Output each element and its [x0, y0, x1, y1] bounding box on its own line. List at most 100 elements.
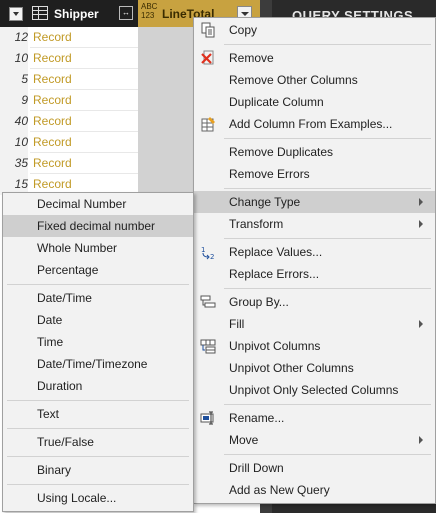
menu-item-unpivot-columns[interactable]: Unpivot Columns	[194, 335, 435, 357]
menu-item-replace-values[interactable]: 1 2 Replace Values...	[194, 241, 435, 263]
record-link[interactable]: Record	[33, 90, 72, 111]
group-by-icon	[200, 295, 216, 308]
menu-separator	[7, 284, 189, 285]
chevron-right-icon	[419, 220, 423, 228]
menu-item-move[interactable]: Move	[194, 429, 435, 451]
unpivot-icon	[200, 339, 216, 354]
menu-item-label: True/False	[37, 435, 94, 449]
menu-separator	[224, 288, 431, 289]
row-value: 10	[0, 48, 28, 69]
type-duration[interactable]: Duration	[3, 375, 193, 397]
menu-item-remove-errors[interactable]: Remove Errors	[194, 163, 435, 185]
row-value: 5	[0, 69, 28, 90]
menu-item-label: Group By...	[229, 295, 289, 309]
menu-item-label: Duplicate Column	[229, 95, 324, 109]
any-type-icon[interactable]: ABC 123	[141, 2, 157, 20]
type-binary[interactable]: Binary	[3, 459, 193, 481]
type-percentage[interactable]: Percentage	[3, 259, 193, 281]
record-link[interactable]: Record	[33, 27, 72, 48]
menu-item-change-type[interactable]: Change Type	[194, 191, 435, 213]
replace-values-icon: 1 2	[201, 246, 214, 260]
menu-item-add-as-new-query[interactable]: Add as New Query	[194, 479, 435, 501]
record-link[interactable]: Record	[33, 132, 72, 153]
rename-icon	[200, 411, 214, 425]
menu-item-remove[interactable]: Remove	[194, 47, 435, 69]
menu-item-label: Time	[37, 335, 64, 349]
menu-item-label: Add as New Query	[229, 483, 330, 497]
menu-item-label: Text	[37, 407, 60, 421]
menu-item-label: Copy	[229, 23, 258, 37]
menu-item-unpivot-selected-columns[interactable]: Unpivot Only Selected Columns	[194, 379, 435, 401]
record-link[interactable]: Record	[33, 48, 72, 69]
record-link[interactable]: Record	[33, 153, 72, 174]
type-using-locale[interactable]: Using Locale...	[3, 487, 193, 509]
svg-text:1: 1	[201, 246, 205, 254]
type-text[interactable]: Text	[3, 403, 193, 425]
menu-item-label: Remove Duplicates	[229, 145, 334, 159]
menu-separator	[7, 400, 189, 401]
menu-item-label: Using Locale...	[37, 491, 117, 505]
menu-separator	[7, 428, 189, 429]
menu-item-remove-other-columns[interactable]: Remove Other Columns	[194, 69, 435, 91]
type-date-time-timezone[interactable]: Date/Time/Timezone	[3, 353, 193, 375]
shipper-column-title[interactable]: Shipper	[54, 7, 99, 21]
menu-separator	[224, 188, 431, 189]
menu-item-label: Unpivot Only Selected Columns	[229, 383, 399, 397]
menu-separator	[224, 44, 431, 45]
menu-item-label: Transform	[229, 217, 284, 231]
type-date[interactable]: Date	[3, 309, 193, 331]
expand-column-icon[interactable]: ↔	[119, 6, 133, 20]
menu-item-label: Fixed decimal number	[37, 219, 156, 233]
menu-item-label: Drill Down	[229, 461, 284, 475]
menu-separator	[7, 456, 189, 457]
menu-item-label: Remove Other Columns	[229, 73, 358, 87]
menu-item-transform[interactable]: Transform	[194, 213, 435, 235]
menu-item-unpivot-other-columns[interactable]: Unpivot Other Columns	[194, 357, 435, 379]
menu-item-label: Unpivot Columns	[229, 339, 321, 353]
menu-item-label: Remove	[229, 51, 274, 65]
row-value: 40	[0, 111, 28, 132]
add-column-from-examples-icon	[201, 117, 215, 132]
menu-item-label: Unpivot Other Columns	[229, 361, 354, 375]
type-123-text: 123	[141, 11, 155, 20]
menu-item-label: Replace Errors...	[229, 267, 320, 281]
menu-item-label: Fill	[229, 317, 245, 331]
menu-separator	[7, 484, 189, 485]
table-type-icon[interactable]	[32, 6, 48, 20]
menu-item-rename[interactable]: Rename...	[194, 407, 435, 429]
chevron-right-icon	[419, 320, 423, 328]
menu-item-duplicate-column[interactable]: Duplicate Column	[194, 91, 435, 113]
chevron-right-icon	[419, 198, 423, 206]
select-all-dropdown[interactable]	[9, 7, 23, 21]
type-decimal-number[interactable]: Decimal Number	[3, 193, 193, 215]
menu-item-replace-errors[interactable]: Replace Errors...	[194, 263, 435, 285]
type-time[interactable]: Time	[3, 331, 193, 353]
menu-item-label: Binary	[37, 463, 72, 477]
type-abc-text: ABC	[141, 2, 158, 11]
menu-item-label: Whole Number	[37, 241, 118, 255]
menu-item-group-by[interactable]: Group By...	[194, 291, 435, 313]
remove-column-icon	[201, 50, 214, 65]
menu-item-label: Remove Errors	[229, 167, 310, 181]
svg-text:2: 2	[210, 253, 214, 260]
menu-item-drill-down[interactable]: Drill Down	[194, 457, 435, 479]
menu-item-fill[interactable]: Fill	[194, 313, 435, 335]
menu-item-label: Date	[37, 313, 63, 327]
row-value: 9	[0, 90, 28, 111]
row-value: 12	[0, 27, 28, 48]
type-date-time[interactable]: Date/Time	[3, 287, 193, 309]
row-value: 10	[0, 132, 28, 153]
menu-item-label: Replace Values...	[229, 245, 323, 259]
type-true-false[interactable]: True/False	[3, 431, 193, 453]
menu-item-add-column-from-examples[interactable]: Add Column From Examples...	[194, 113, 435, 135]
menu-item-remove-duplicates[interactable]: Remove Duplicates	[194, 141, 435, 163]
record-link[interactable]: Record	[33, 111, 72, 132]
type-fixed-decimal-number[interactable]: Fixed decimal number	[3, 215, 193, 237]
menu-item-label: Percentage	[37, 263, 99, 277]
menu-separator	[224, 138, 431, 139]
menu-item-label: Decimal Number	[37, 197, 127, 211]
copy-icon	[201, 22, 215, 38]
type-whole-number[interactable]: Whole Number	[3, 237, 193, 259]
record-link[interactable]: Record	[33, 69, 72, 90]
menu-item-copy[interactable]: Copy	[194, 19, 435, 41]
